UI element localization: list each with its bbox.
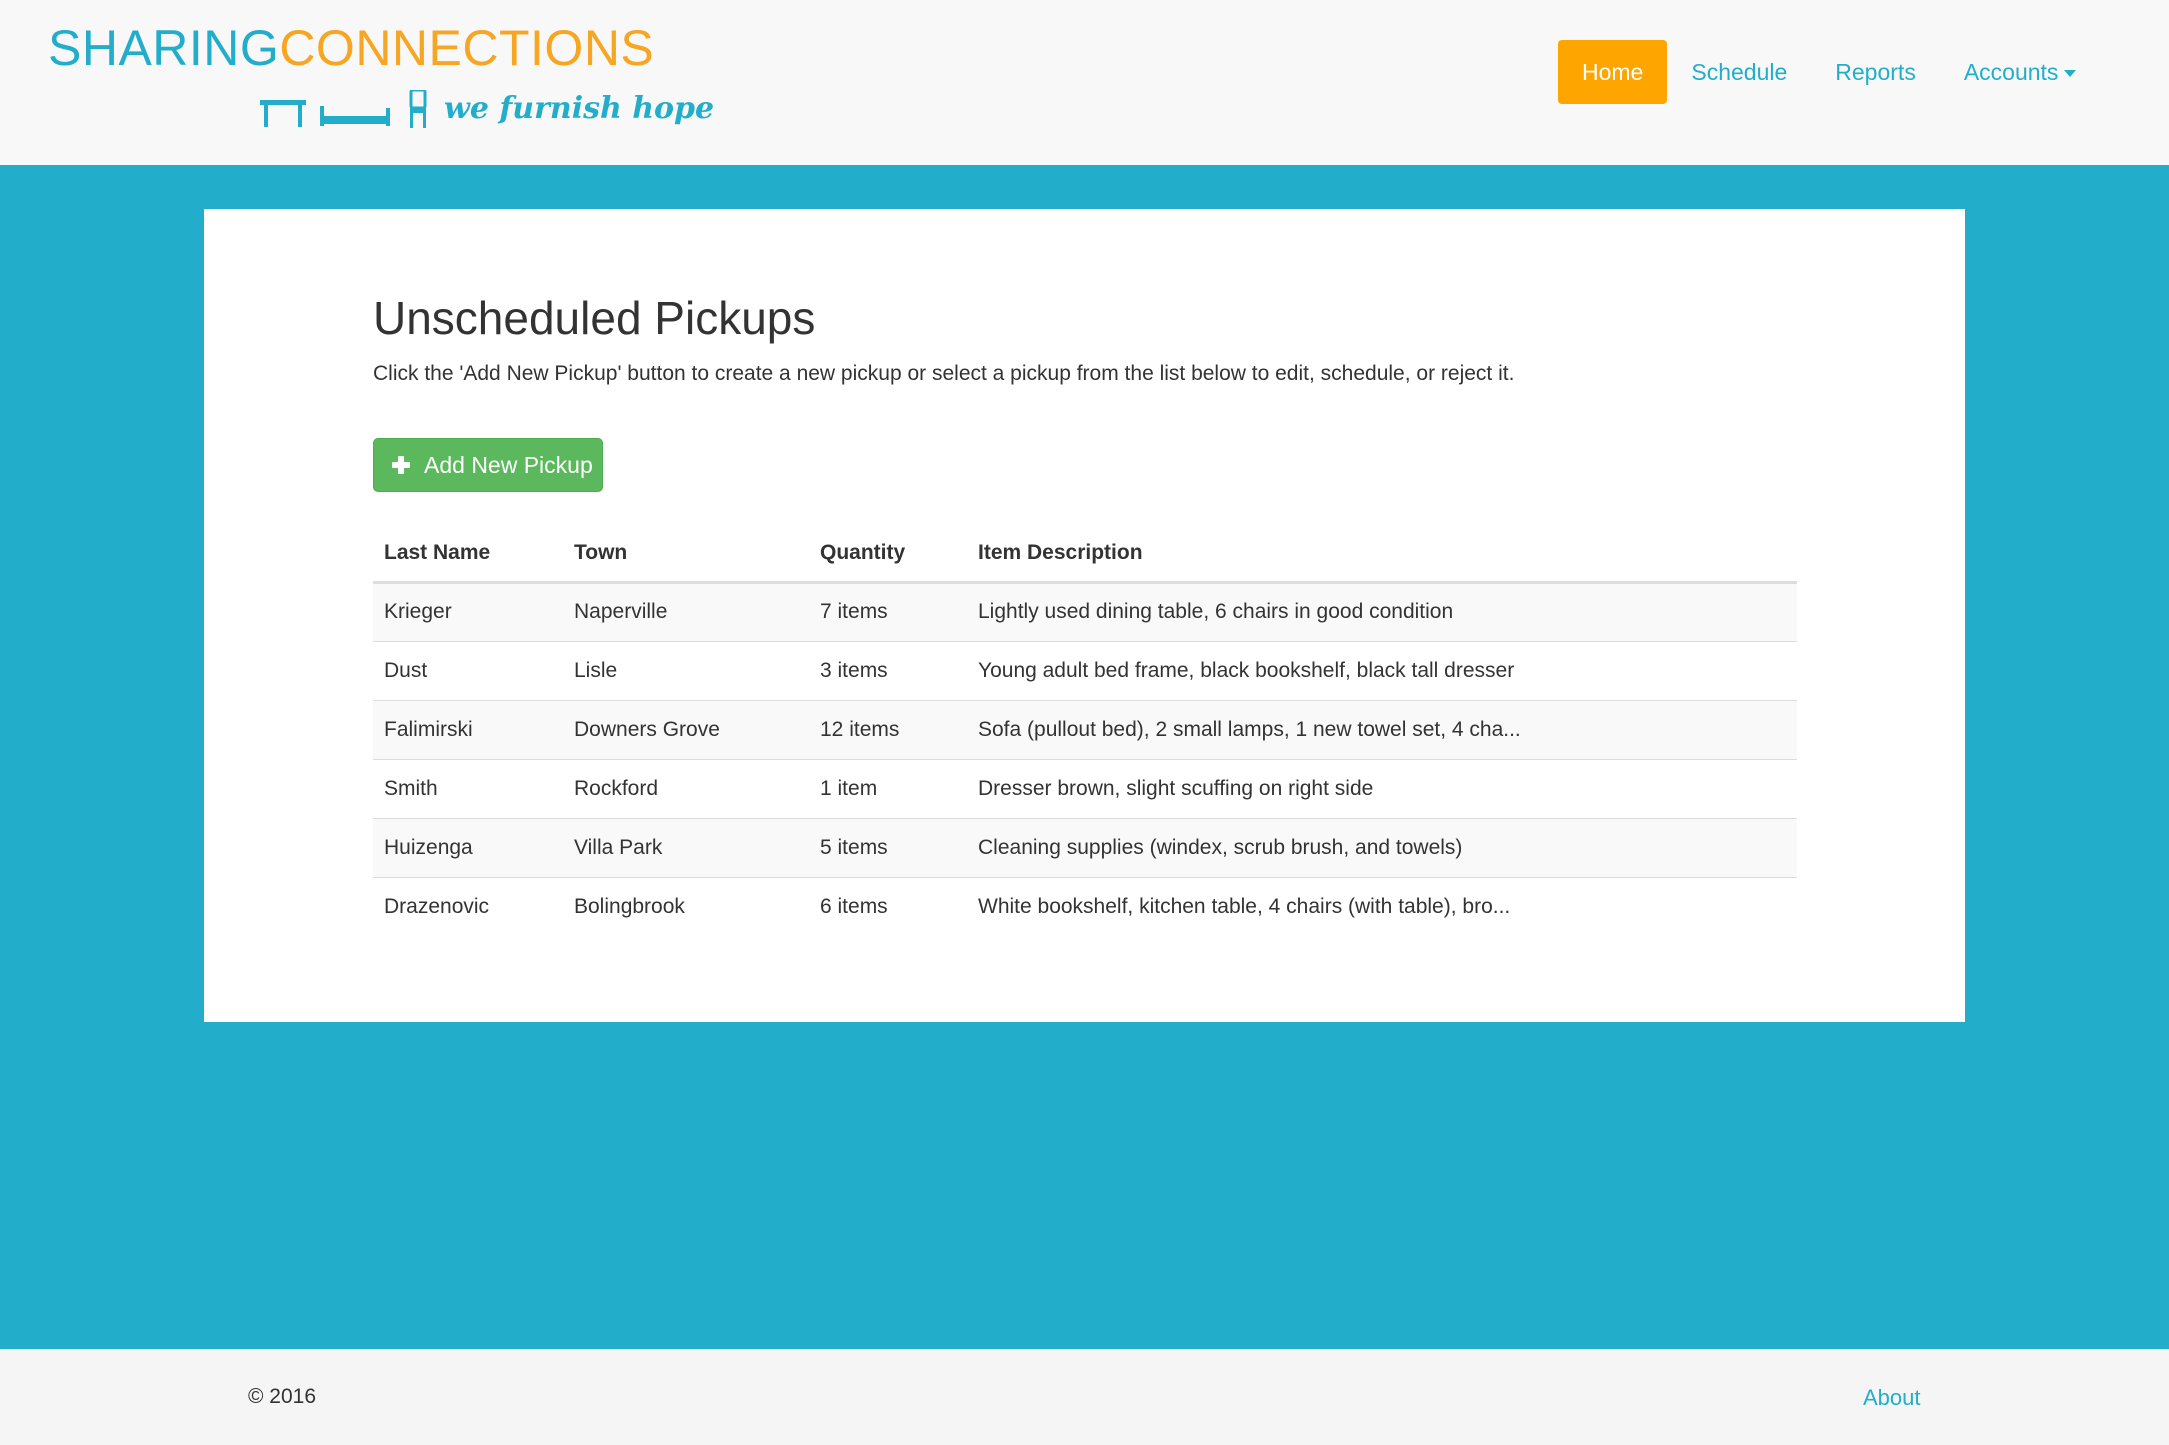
cell-item-description: Lightly used dining table, 6 chairs in g…	[978, 600, 1454, 623]
brand-logo[interactable]: SHARINGCONNECTIONS we furnish hope	[48, 20, 714, 130]
chevron-down-icon	[2064, 70, 2077, 78]
cell-last-name: Dust	[373, 640, 563, 700]
nav-home[interactable]: Home	[1558, 40, 1668, 104]
table-header-row: Last Name Town Quantity Item Description	[373, 525, 1797, 584]
add-new-pickup-label: Add New Pickup	[424, 451, 593, 478]
header-last-name[interactable]: Last Name	[373, 525, 563, 584]
table-row[interactable]: Drazenovic Bolingbrook 6 items White boo…	[373, 876, 1797, 936]
header-quantity[interactable]: Quantity	[809, 525, 967, 584]
cell-last-name: Smith	[373, 758, 563, 818]
header-item-description[interactable]: Item Description	[967, 525, 1797, 584]
cell-town: Naperville	[574, 600, 668, 623]
pickups-table: Last Name Town Quantity Item Description…	[373, 525, 1797, 936]
cell-town: Downers Grove	[563, 699, 809, 759]
cell-last-name: Falimirski	[373, 699, 563, 759]
brand-tagline-row: we furnish hope	[260, 82, 714, 128]
table-row[interactable]: Smith Rockford 1 item Dresser brown, sli…	[373, 758, 1797, 818]
cell-item-description: Dresser brown, slight scuffing on right …	[967, 758, 1797, 818]
cell-quantity: 6 items	[809, 876, 967, 936]
table-row[interactable]: Falimirski Downers Grove 12 items Sofa (…	[373, 699, 1797, 759]
brand-wordmark: SHARINGCONNECTIONS	[48, 20, 654, 76]
table-row[interactable]: Krieger Naperville 7 items Lightly used …	[373, 582, 1797, 641]
cell-last-name: Krieger	[384, 600, 452, 623]
bed-icon	[320, 106, 390, 126]
cell-last-name: Huizenga	[373, 817, 563, 877]
cell-town: Villa Park	[563, 817, 809, 877]
page-description: Click the 'Add New Pickup' button to cre…	[373, 362, 1515, 385]
page-footer: © 2016 About	[0, 1349, 2169, 1445]
cell-item-description: White bookshelf, kitchen table, 4 chairs…	[967, 876, 1797, 936]
nav-accounts-dropdown[interactable]: Accounts	[1940, 40, 2101, 104]
table-row[interactable]: Dust Lisle 3 items Young adult bed frame…	[373, 640, 1797, 700]
main-nav: Home Schedule Reports Accounts	[1558, 40, 2100, 104]
cell-town: Rockford	[563, 758, 809, 818]
add-new-pickup-button[interactable]: Add New Pickup	[373, 438, 603, 492]
cell-quantity: 3 items	[809, 640, 967, 700]
cell-item-description: Cleaning supplies (windex, scrub brush, …	[967, 817, 1797, 877]
cell-quantity: 5 items	[809, 817, 967, 877]
cell-last-name: Drazenovic	[373, 876, 563, 936]
page-title: Unscheduled Pickups	[373, 292, 816, 344]
nav-schedule[interactable]: Schedule	[1667, 40, 1811, 104]
header-town[interactable]: Town	[563, 525, 809, 584]
cell-town: Bolingbrook	[563, 876, 809, 936]
content-panel: Unscheduled Pickups Click the 'Add New P…	[204, 209, 1965, 1022]
chair-icon	[409, 90, 427, 128]
top-navbar: SHARINGCONNECTIONS we furnish hope Home …	[0, 0, 2169, 165]
cell-town: Lisle	[563, 640, 809, 700]
brand-tagline: we furnish hope	[444, 91, 715, 126]
cell-quantity: 12 items	[809, 699, 967, 759]
nav-accounts-label: Accounts	[1963, 59, 2059, 85]
table-icon	[260, 100, 306, 127]
about-link[interactable]: About	[1863, 1385, 1921, 1411]
cell-quantity: 1 item	[809, 758, 967, 818]
cell-item-description: Sofa (pullout bed), 2 small lamps, 1 new…	[967, 699, 1797, 759]
table-row[interactable]: Huizenga Villa Park 5 items Cleaning sup…	[373, 817, 1797, 877]
brand-word-connections: CONNECTIONS	[279, 20, 655, 76]
plus-icon	[392, 456, 410, 474]
cell-quantity: 7 items	[820, 600, 888, 623]
brand-word-sharing: SHARING	[48, 20, 280, 76]
cell-item-description: Young adult bed frame, black bookshelf, …	[967, 640, 1797, 700]
copyright-text: © 2016	[248, 1385, 317, 1408]
nav-reports[interactable]: Reports	[1811, 40, 1940, 104]
